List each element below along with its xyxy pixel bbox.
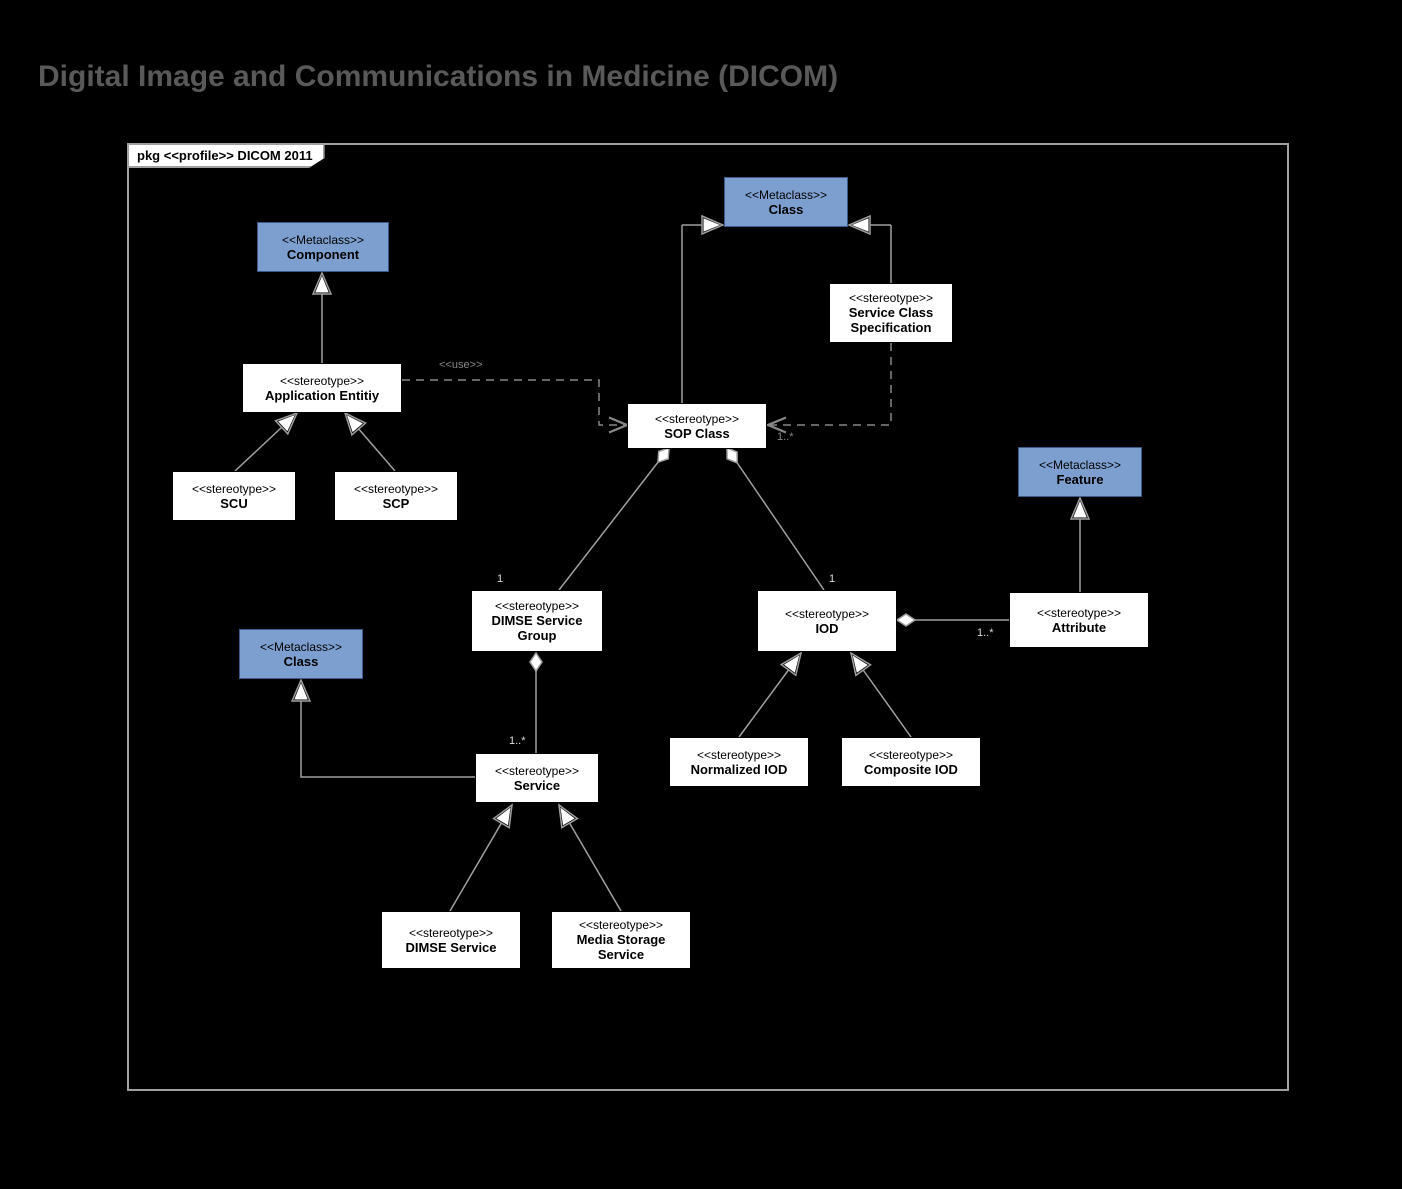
stereotype-label: <<stereotype>> bbox=[558, 918, 684, 932]
node-application-entity: <<stereotype>> Application Entitiy bbox=[242, 363, 402, 413]
node-name: Class bbox=[246, 654, 356, 669]
node-scp: <<stereotype>> SCP bbox=[334, 471, 458, 521]
node-name: SCP bbox=[341, 496, 451, 511]
stereotype-label: <<stereotype>> bbox=[764, 607, 890, 621]
label-use: <<use>> bbox=[439, 359, 482, 371]
stereotype-label: <<Metaclass>> bbox=[264, 233, 382, 247]
node-normalized-iod: <<stereotype>> Normalized IOD bbox=[669, 737, 809, 787]
stereotype-label: <<stereotype>> bbox=[388, 926, 514, 940]
frame-label: pkg <<profile>> DICOM 2011 bbox=[127, 143, 325, 168]
node-metaclass-feature: <<Metaclass>> Feature bbox=[1018, 447, 1142, 497]
node-dimse-service-group: <<stereotype>> DIMSE Service Group bbox=[471, 590, 603, 652]
node-name: DIMSE Service Group bbox=[478, 613, 596, 643]
node-name: Feature bbox=[1025, 472, 1135, 487]
node-name: SCU bbox=[179, 496, 289, 511]
stereotype-label: <<stereotype>> bbox=[634, 412, 760, 426]
node-metaclass-class-mid: <<Metaclass>> Class bbox=[239, 629, 363, 679]
stereotype-label: <<Metaclass>> bbox=[1025, 458, 1135, 472]
node-name: DIMSE Service bbox=[388, 940, 514, 955]
stereotype-label: <<stereotype>> bbox=[179, 482, 289, 496]
stereotype-label: <<stereotype>> bbox=[249, 374, 395, 388]
node-composite-iod: <<stereotype>> Composite IOD bbox=[841, 737, 981, 787]
stereotype-label: <<stereotype>> bbox=[482, 764, 592, 778]
stereotype-label: <<Metaclass>> bbox=[731, 188, 841, 202]
node-name: SOP Class bbox=[634, 426, 760, 441]
stereotype-label: <<stereotype>> bbox=[1016, 606, 1142, 620]
node-sop-class: <<stereotype>> SOP Class bbox=[627, 403, 767, 449]
label-multiplicity-1star-service: 1..* bbox=[509, 735, 526, 747]
node-metaclass-component: <<Metaclass>> Component bbox=[257, 222, 389, 272]
node-name: Normalized IOD bbox=[676, 762, 802, 777]
stereotype-label: <<stereotype>> bbox=[848, 748, 974, 762]
node-attribute: <<stereotype>> Attribute bbox=[1009, 592, 1149, 648]
node-dimse-service: <<stereotype>> DIMSE Service bbox=[381, 911, 521, 969]
node-service-class-specification: <<stereotype>> Service Class Specificati… bbox=[829, 283, 953, 343]
stereotype-label: <<stereotype>> bbox=[676, 748, 802, 762]
node-name: IOD bbox=[764, 621, 890, 636]
label-multiplicity-1-dsg: 1 bbox=[497, 573, 503, 585]
node-name: Application Entitiy bbox=[249, 388, 395, 403]
node-iod: <<stereotype>> IOD bbox=[757, 590, 897, 652]
stereotype-label: <<stereotype>> bbox=[836, 291, 946, 305]
node-service: <<stereotype>> Service bbox=[475, 753, 599, 803]
label-multiplicity-1star-scs: 1..* bbox=[777, 431, 794, 443]
node-name: Service bbox=[482, 778, 592, 793]
diagram-title: Digital Image and Communications in Medi… bbox=[38, 60, 838, 94]
stereotype-label: <<Metaclass>> bbox=[246, 640, 356, 654]
stereotype-label: <<stereotype>> bbox=[341, 482, 451, 496]
node-name: Service Class Specification bbox=[836, 305, 946, 335]
label-multiplicity-1-iod: 1 bbox=[829, 573, 835, 585]
node-name: Component bbox=[264, 247, 382, 262]
stereotype-label: <<stereotype>> bbox=[478, 599, 596, 613]
node-scu: <<stereotype>> SCU bbox=[172, 471, 296, 521]
node-metaclass-class-top: <<Metaclass>> Class bbox=[724, 177, 848, 227]
package-frame: pkg <<profile>> DICOM 2011 bbox=[127, 143, 1289, 1091]
node-name: Class bbox=[731, 202, 841, 217]
node-media-storage-service: <<stereotype>> Media Storage Service bbox=[551, 911, 691, 969]
node-name: Composite IOD bbox=[848, 762, 974, 777]
label-multiplicity-1star-attr: 1..* bbox=[977, 627, 994, 639]
node-name: Attribute bbox=[1016, 620, 1142, 635]
node-name: Media Storage Service bbox=[558, 932, 684, 962]
